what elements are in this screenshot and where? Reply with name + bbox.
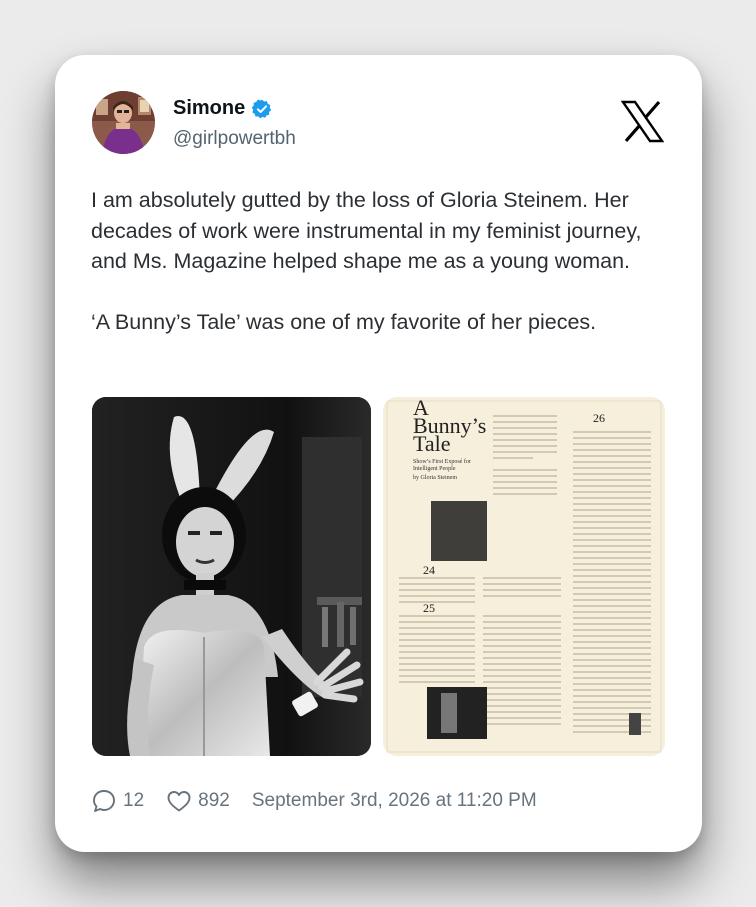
avatar[interactable] (92, 91, 155, 154)
magazine-date-26: 26 (593, 411, 605, 425)
author-handle[interactable]: @girlpowertbh (173, 128, 296, 150)
x-logo-icon[interactable] (620, 100, 665, 143)
tweet-timestamp[interactable]: September 3rd, 2026 at 11:20 PM (252, 790, 537, 812)
media-photo-bunny[interactable] (92, 397, 371, 756)
display-name[interactable]: Simone (173, 97, 245, 120)
magazine-title: A Bunny’s Tale (413, 397, 486, 455)
reply-stat[interactable]: 12 (91, 788, 144, 814)
magazine-date-25: 25 (423, 601, 435, 615)
verified-badge-icon (252, 99, 272, 119)
magazine-date-24: 24 (423, 563, 435, 577)
magazine-subtitle: Show’s First Exposé for Intelligent Peop… (413, 459, 471, 472)
avatar-photo (92, 91, 155, 154)
author-name-row: Simone (173, 97, 272, 120)
tweet-text: I am absolutely gutted by the loss of Gl… (91, 185, 681, 337)
reply-icon (93, 790, 115, 812)
tweet-paragraph: I am absolutely gutted by the loss of Gl… (91, 188, 642, 273)
tweet-card: Simone @girlpowertbh I am absolutely gut… (55, 55, 702, 852)
media-magazine-page[interactable]: A Bunny’s Tale Show’s First Exposé for I… (383, 397, 665, 756)
like-stat[interactable]: 892 (166, 789, 230, 813)
like-count: 892 (198, 790, 230, 811)
reply-count: 12 (123, 790, 145, 811)
tweet-paragraph: ‘A Bunny’s Tale’ was one of my favorite … (91, 309, 597, 334)
magazine-byline: by Gloria Steinem (413, 475, 457, 481)
heart-icon (167, 791, 191, 812)
photo-woman-in-bunny-costume (92, 397, 371, 756)
tweet-footer: 12 892 September 3rd, 2026 at 11:20 PM (91, 788, 537, 814)
